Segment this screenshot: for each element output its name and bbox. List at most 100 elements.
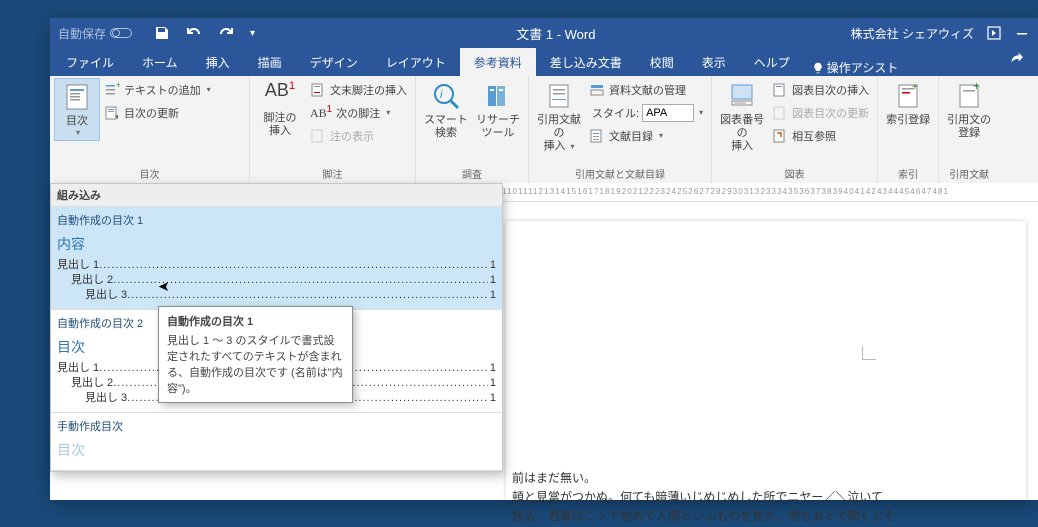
update-toc-button[interactable]: 目次の更新 [100, 101, 215, 124]
quick-access-toolbar: ▾ [140, 25, 269, 41]
researcher-icon [482, 80, 514, 112]
group-toa: + 引用文の 登録 引用文献 [939, 76, 999, 183]
svg-text:—: — [552, 90, 566, 106]
mark-citation-button[interactable]: + 引用文の 登録 [943, 78, 995, 142]
account-name[interactable]: 株式会社 シェアウィズ [851, 25, 974, 42]
toc-option-auto1[interactable]: 自動作成の目次 1 内容 見出し 1......................… [51, 207, 502, 310]
ribbon: 目次 ▾ + テキストの追加▾ 目次の更新 目次 [50, 76, 1038, 184]
ribbon-options-icon[interactable] [986, 25, 1002, 41]
tab-help[interactable]: ヘルプ [740, 48, 804, 76]
group-index: + 索引登録 索引 [878, 76, 939, 183]
svg-text:+: + [116, 82, 120, 90]
bibliography-icon [589, 128, 605, 144]
document-title: 文書 1 - Word [269, 24, 843, 43]
redo-icon[interactable] [218, 25, 234, 41]
citation-icon: — [543, 80, 575, 112]
group-captions: 図表番号の 挿入 図表目次の挿入 図表目次の更新 相互参照 [712, 76, 878, 183]
tab-design[interactable]: デザイン [296, 48, 372, 76]
add-text-icon: + [104, 82, 120, 98]
show-notes-button: 注の表示 [306, 124, 411, 147]
citation-style-row: スタイル: ▾ [585, 101, 707, 124]
group-captions-label: 図表 [716, 166, 873, 183]
toc-option-title: 手動作成目次 [57, 415, 496, 440]
text-cursor-icon [862, 346, 876, 360]
update-table-figures-button: 図表目次の更新 [768, 101, 873, 124]
show-notes-icon [310, 128, 326, 144]
group-research: i スマート 検索 リサーチ ツール 調査 [416, 76, 529, 183]
tooltip-body: 見出し 1 ～ 3 のスタイルで書式設定されたすべてのテキストが含まれる、自動作… [167, 332, 344, 396]
manage-sources-icon [589, 82, 605, 98]
toc-preview: 目次 [57, 440, 496, 464]
autosave-toggle-icon[interactable] [110, 28, 132, 38]
autosave[interactable]: 自動保存 [50, 25, 140, 42]
toc-icon [61, 81, 93, 113]
toa-icon: + [953, 80, 985, 112]
document-area: 1101111213141516171819202122232425262728… [502, 183, 1038, 500]
tab-insert[interactable]: 挿入 [192, 48, 244, 76]
svg-text:+: + [912, 82, 918, 93]
update-toc-icon [104, 105, 120, 121]
titlebar: 自動保存 ▾ 文書 1 - Word 株式会社 シェアウィズ [50, 18, 1038, 48]
toc-button[interactable]: 目次 ▾ [54, 78, 100, 141]
toc-preview: 内容 見出し 1................................… [57, 234, 496, 303]
toc-label: 目次 [66, 115, 88, 128]
lightbulb-icon [812, 62, 824, 74]
chevron-down-icon[interactable]: ▾ [699, 108, 703, 117]
share-button[interactable] [996, 45, 1036, 76]
next-footnote-button[interactable]: AB1 次の脚注▾ [306, 101, 411, 124]
insert-citation-button[interactable]: — 引用文献の 挿入 ▾ [533, 78, 585, 156]
tell-me[interactable]: 操作アシスト [804, 59, 907, 76]
add-text-button[interactable]: + テキストの追加▾ [100, 78, 215, 101]
word-window: 自動保存 ▾ 文書 1 - Word 株式会社 シェアウィズ ファイル ホーム … [50, 18, 1038, 500]
tell-me-label: 操作アシスト [827, 59, 899, 76]
smart-lookup-button[interactable]: i スマート 検索 [420, 78, 472, 142]
tab-view[interactable]: 表示 [688, 48, 740, 76]
tab-layout[interactable]: レイアウト [372, 48, 460, 76]
group-footnote: AB1 脚注の 挿入 文末脚注の挿入 AB1 次の脚注▾ [250, 76, 416, 183]
index-icon: + [892, 80, 924, 112]
autosave-label: 自動保存 [58, 25, 106, 42]
ruler[interactable]: 1101111213141516171819202122232425262728… [502, 183, 1038, 202]
researcher-button[interactable]: リサーチ ツール [472, 78, 524, 142]
tab-file[interactable]: ファイル [52, 48, 128, 76]
toc-gallery-header: 組み込み [51, 184, 502, 207]
insert-footnote-button[interactable]: AB1 脚注の 挿入 [254, 78, 306, 140]
ribbon-tabs: ファイル ホーム 挿入 描画 デザイン レイアウト 参考資料 差し込み文書 校閲… [50, 48, 1038, 76]
tab-review[interactable]: 校閲 [636, 48, 688, 76]
citation-style-input[interactable] [642, 104, 694, 122]
minimize-icon[interactable] [1014, 25, 1030, 41]
cursor-icon: ➤ [158, 278, 170, 295]
cross-reference-button[interactable]: 相互参照 [768, 124, 873, 147]
update-tof-icon [772, 105, 788, 121]
tab-mailings[interactable]: 差し込み文書 [536, 48, 636, 76]
insert-table-figures-button[interactable]: 図表目次の挿入 [768, 78, 873, 101]
manage-sources-button[interactable]: 資料文献の管理 [585, 78, 707, 101]
insert-tof-icon [772, 82, 788, 98]
toc-option-manual[interactable]: 手動作成目次 目次 [51, 413, 502, 471]
mark-index-entry-button[interactable]: + 索引登録 [882, 78, 934, 129]
chevron-down-icon: ▾ [76, 128, 80, 138]
undo-icon[interactable] [186, 25, 202, 41]
svg-text:+: + [973, 80, 980, 93]
tab-home[interactable]: ホーム [128, 48, 192, 76]
insert-endnote-button[interactable]: 文末脚注の挿入 [306, 78, 411, 101]
group-citations-label: 引用文献と文献目録 [533, 166, 707, 183]
group-citations: — 引用文献の 挿入 ▾ 資料文献の管理 スタイル: ▾ [529, 76, 712, 183]
group-index-label: 索引 [882, 166, 934, 183]
endnote-icon [310, 82, 326, 98]
tab-draw[interactable]: 描画 [244, 48, 296, 76]
save-icon[interactable] [154, 25, 170, 41]
caption-icon [726, 80, 758, 112]
tab-references[interactable]: 参考資料 [460, 48, 536, 76]
qat-more-icon[interactable]: ▾ [250, 28, 255, 39]
crossref-icon [772, 128, 788, 144]
smart-lookup-icon: i [430, 80, 462, 112]
group-toc-label: 目次 [54, 166, 245, 183]
tooltip-title: 自動作成の目次 1 [167, 313, 344, 329]
bibliography-button[interactable]: 文献目録▾ [585, 124, 707, 147]
share-icon [1008, 51, 1024, 65]
toc-option-title: 自動作成の目次 1 [57, 209, 496, 234]
page[interactable]: 前はまだ無い。 頓と見當がつかぬ。何ても暗薄いじめじめした所でニヤー／＼泣いて … [506, 221, 1026, 500]
insert-caption-button[interactable]: 図表番号の 挿入 [716, 78, 768, 156]
svg-text:i: i [440, 89, 443, 101]
